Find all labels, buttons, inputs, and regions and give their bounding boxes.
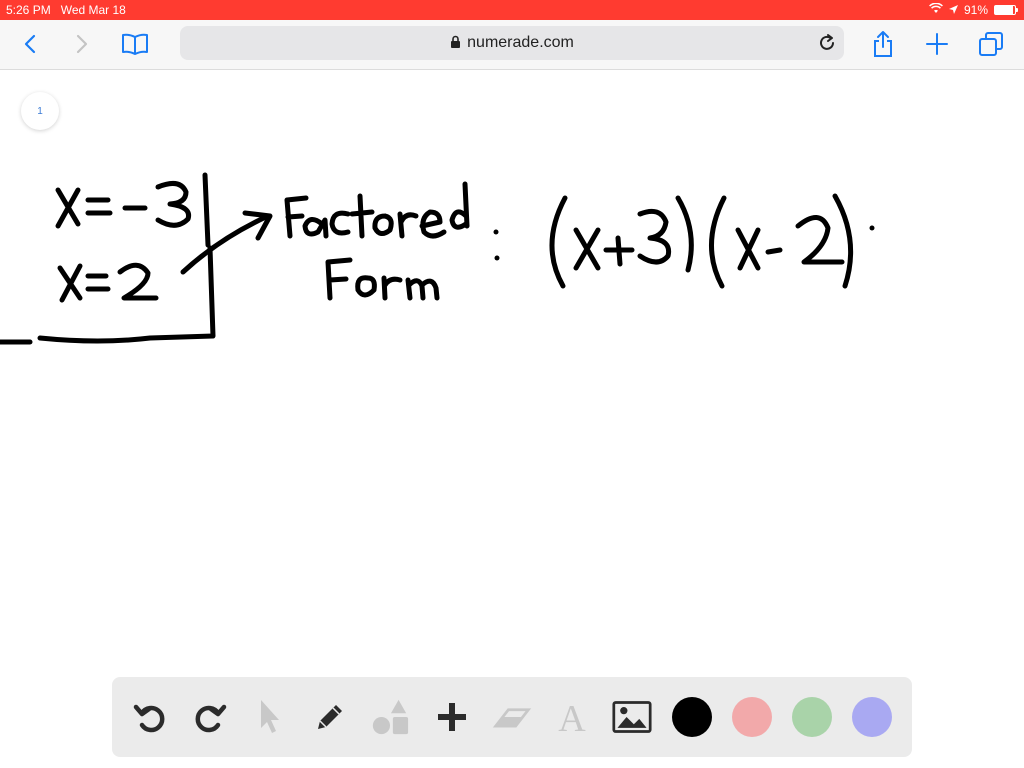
svg-text:A: A [558,699,586,735]
browser-toolbar: numerade.com [0,20,1024,70]
whiteboard-canvas[interactable] [0,70,1024,680]
swatch-0 [672,697,712,737]
pencil-icon[interactable] [310,697,350,737]
location-icon [948,3,958,17]
new-tab-icon[interactable] [921,28,953,60]
handwriting-period [869,225,875,231]
image-icon[interactable] [612,697,652,737]
swatch-3 [852,697,892,737]
plus-icon[interactable] [432,697,472,737]
share-icon[interactable] [867,28,899,60]
bookmarks-icon[interactable] [119,28,151,60]
handwriting-root1 [55,180,192,229]
swatch-1 [732,697,772,737]
divider-line [202,172,211,248]
undo-icon[interactable] [130,697,170,737]
battery-fill [995,6,1014,14]
color-swatch-pink[interactable] [732,697,772,737]
color-swatch-black[interactable] [672,697,712,737]
address-bar[interactable]: numerade.com [180,26,844,60]
battery-percent: 91% [963,3,988,17]
forward-icon[interactable] [66,28,98,60]
color-swatch-green[interactable] [792,697,832,737]
status-bar: 5:26 PM Wed Mar 18 91% [0,0,1024,20]
color-swatch-purple[interactable] [852,697,892,737]
page-number: 1 [37,105,43,117]
pointer-icon[interactable] [250,697,290,737]
text-icon[interactable]: A [552,697,592,737]
eraser-icon[interactable] [492,697,532,737]
arrow-line [180,210,273,275]
page-indicator[interactable]: 1 [21,92,59,130]
lock-icon [450,35,461,53]
url-display[interactable]: numerade.com [180,34,844,53]
handwriting-form [325,257,440,301]
wifi-icon [929,2,943,17]
status-date: Wed Mar 18 [60,3,126,17]
battery-icon [994,5,1018,15]
status-time: 5:26 PM [6,3,51,17]
drawing-toolbar: A [112,677,912,757]
shapes-icon[interactable] [370,697,410,737]
reload-icon[interactable] [816,32,838,54]
url-text: numerade.com [467,34,574,51]
handwriting-expression [549,193,854,289]
tabs-icon[interactable] [975,28,1007,60]
swatch-2 [792,697,832,737]
handwriting-root2 [57,262,159,303]
back-icon[interactable] [14,28,46,60]
handwriting-colon [493,229,500,261]
handwriting-factored [284,181,470,239]
redo-icon[interactable] [190,697,230,737]
